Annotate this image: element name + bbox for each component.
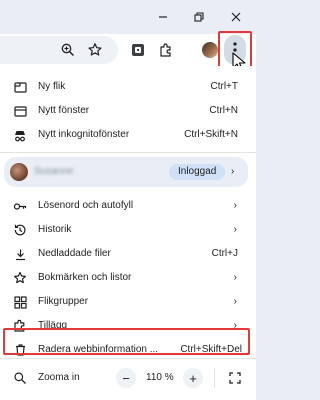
star-icon [13,271,27,285]
menu-separator [0,358,256,359]
status-badge: Inloggad [169,164,226,180]
shortcut-label: Ctrl+T [210,81,239,92]
plus-icon: + [189,370,197,386]
minimize-icon [159,16,167,18]
download-icon [13,247,27,261]
bookmark-star-button[interactable] [85,40,105,60]
tab-groups-icon [13,295,27,309]
restore-button[interactable] [188,6,210,28]
menu-separator [0,152,256,153]
menu-item-tab-groups[interactable]: Flikgrupper › [0,290,256,314]
menu-item-passwords[interactable]: Lösenord och autofyll › [0,194,256,218]
star-icon [88,43,102,56]
menu-item-new-window[interactable]: Nytt fönster Ctrl+N [0,99,256,123]
menu-item-new-tab[interactable]: Ny flik Ctrl+T [0,75,256,99]
extension-button[interactable] [128,40,148,60]
chevron-right-icon: › [233,272,237,283]
shortcut-label: Ctrl+J [211,248,238,259]
fullscreen-icon [229,372,241,384]
history-icon [13,223,27,237]
close-window-button[interactable] [225,6,247,28]
shortcut-label: Ctrl+Skift+N [184,129,238,140]
zoom-level: 110 % [146,372,174,383]
menu-item-history[interactable]: Historik › [0,218,256,242]
incognito-icon [13,128,27,142]
zoom-in-button[interactable]: + [183,368,203,388]
zoom-out-button[interactable]: − [116,368,136,388]
menu-item-label: Nytt fönster [38,105,90,116]
menu-item-downloads[interactable]: Nedladdade filer Ctrl+J [0,242,256,266]
extensions-puzzle-button[interactable] [156,40,176,60]
menu-item-label: Nytt inkognitofönster [38,129,130,140]
zoom-icon [61,43,74,56]
menu-item-label: Flikgrupper [38,296,89,307]
menu-item-incognito[interactable]: Nytt inkognitofönster Ctrl+Skift+N [0,123,256,147]
chevron-right-icon: › [233,224,237,235]
shortcut-label: Ctrl+N [209,105,238,116]
avatar [10,163,28,181]
chevron-right-icon: › [233,200,237,211]
zoom-row: Zooma in − 110 % + [0,364,256,392]
zoom-label: Zooma in [38,372,80,383]
profile-row[interactable]: Susanne Inloggad › [4,157,248,187]
new-tab-icon [13,80,27,94]
new-window-icon [13,104,27,118]
close-icon [231,12,241,22]
zoom-divider [214,368,215,388]
key-icon [13,199,27,213]
zoom-indicator-button[interactable] [58,40,78,60]
menu-item-label: Ny flik [38,81,66,92]
highlight-clear-data [3,328,250,355]
zoom-icon [13,371,27,385]
menu-item-label: Historik [38,224,72,235]
minimize-button[interactable] [152,6,174,28]
menu-item-bookmarks[interactable]: Bokmärken och listor › [0,266,256,290]
restore-icon [194,12,204,22]
menu-item-label: Bokmärken och listor [38,272,132,283]
menu-item-label: Nedladdade filer [38,248,111,259]
profile-avatar-button[interactable] [202,42,218,58]
chevron-right-icon: › [231,166,235,177]
menu-item-label: Lösenord och autofyll [38,200,134,211]
chevron-right-icon: › [233,296,237,307]
profile-name: Susanne [34,166,74,177]
minus-icon: − [122,370,130,386]
puzzle-icon [160,43,171,57]
extension-app-icon [132,44,144,56]
fullscreen-button[interactable] [225,368,245,388]
